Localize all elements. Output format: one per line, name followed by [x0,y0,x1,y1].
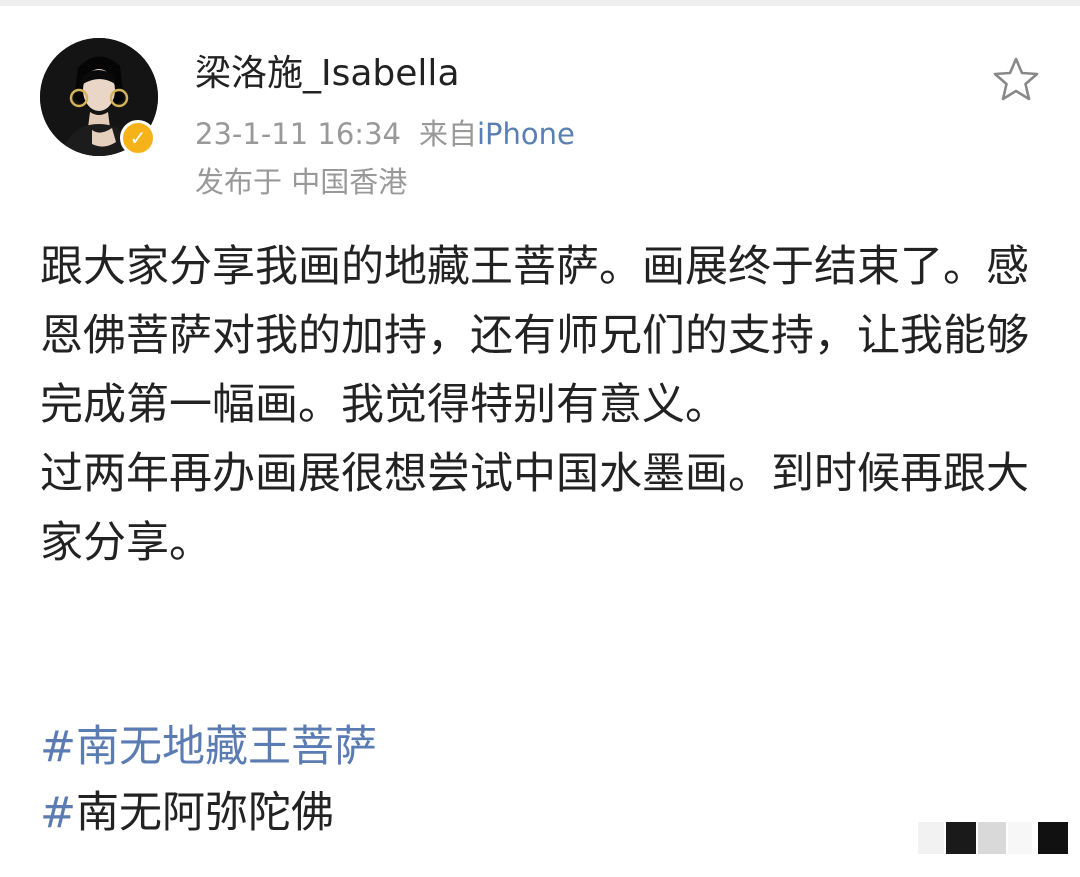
weibo-post-screen: ✓ 梁洛施_Isabella 23-1-11 16:34 来自iPhone 发布于… [0,0,1080,877]
hashtag-list: #南无地藏王菩萨 #南无阿弥陀佛 [40,714,377,846]
source-device-link[interactable]: iPhone [477,117,575,151]
hashtag-link[interactable]: #南无地藏王菩萨 [40,714,377,780]
post-paragraph: 过两年再办画展很想尝试中国水墨画。到时候再跟大家分享。 [40,449,1029,568]
hashtag-link[interactable]: #南无阿弥陀佛 [40,780,377,846]
star-outline-icon [993,57,1039,101]
hashtag-text: 南无地藏王菩萨 [76,722,378,772]
hashtag-symbol: # [40,722,77,772]
post-paragraph: 跟大家分享我画的地藏王菩萨。画展终于结束了。感恩佛菩萨对我的加持，还有师兄们的支… [40,242,1029,430]
watermark [918,822,1070,854]
post-meta: 23-1-11 16:34 来自iPhone [195,114,575,154]
post-location: 发布于 中国香港 [195,165,408,199]
post-body: 跟大家分享我画的地藏王菩萨。画展终于结束了。感恩佛菩萨对我的加持，还有师兄们的支… [40,233,1040,578]
hashtag-text: 南无阿弥陀佛 [76,788,335,838]
source-prefix: 来自 [418,117,477,151]
hashtag-symbol: # [40,788,77,838]
username[interactable]: 梁洛施_Isabella [195,52,460,96]
post-timestamp: 23-1-11 16:34 [195,117,401,151]
top-divider [0,0,1080,6]
favorite-button[interactable] [992,56,1040,102]
verified-badge-icon: ✓ [120,120,156,156]
